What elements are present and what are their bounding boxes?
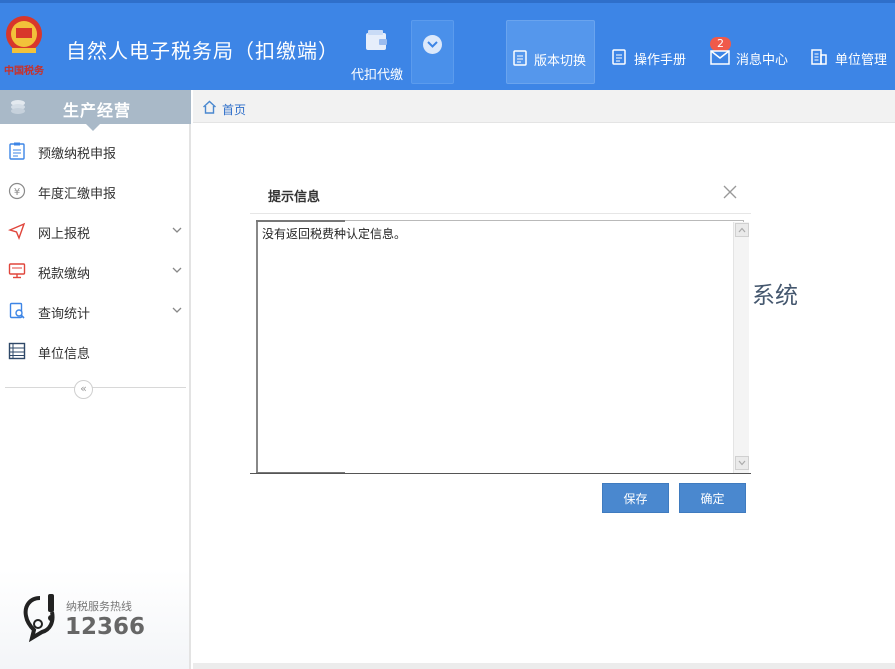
paper-plane-icon	[8, 222, 26, 240]
sidebar-item-label: 税款缴纳	[38, 267, 91, 282]
chevron-up-icon	[738, 227, 746, 233]
monitor-icon	[8, 263, 26, 279]
welcome-text-fragment: 系统	[752, 283, 798, 309]
message-textarea[interactable]: 没有返回税费种认定信息。	[256, 220, 749, 474]
version-switch-button[interactable]: 版本切换	[506, 20, 595, 84]
message-center-button[interactable]: 2 消息中心	[707, 20, 797, 84]
document-icon	[513, 50, 527, 66]
sidebar-item-query-statistics[interactable]: 查询统计	[0, 291, 191, 331]
chevron-down-icon	[172, 227, 182, 233]
chevron-down-icon	[172, 267, 182, 273]
more-nav-dropdown[interactable]	[411, 20, 454, 84]
message-count-badge: 2	[710, 37, 731, 51]
sidebar-divider	[5, 387, 186, 388]
sidebar-header: 生产经营	[0, 90, 191, 131]
sidebar-item-online-filing[interactable]: 网上报税	[0, 211, 191, 251]
vertical-scrollbar[interactable]	[733, 222, 749, 473]
svg-text:¥: ¥	[14, 187, 20, 198]
scroll-up-arrow[interactable]	[735, 223, 749, 237]
message-text: 没有返回税费种认定信息。	[262, 227, 407, 241]
building-icon	[811, 49, 827, 65]
top-header: 中国税务 自然人电子税务局（扣缴端） 代扣代缴 版本切换 操作手册 2 消息中心…	[0, 0, 895, 90]
envelope-icon	[710, 50, 730, 65]
textarea-top-edge	[256, 220, 345, 222]
sidebar-title: 生产经营	[63, 101, 132, 120]
unit-manage-label: 单位管理	[835, 53, 888, 68]
list-icon	[8, 342, 26, 360]
manual-button[interactable]: 操作手册	[607, 20, 697, 84]
sidebar-item-annual-settlement[interactable]: ¥ 年度汇缴申报	[0, 171, 191, 211]
sidebar-item-label: 查询统计	[38, 307, 91, 322]
unit-manage-button[interactable]: 单位管理	[807, 20, 895, 84]
dialog-title: 提示信息	[268, 190, 321, 205]
version-switch-label: 版本切换	[534, 54, 587, 69]
scroll-down-arrow[interactable]	[735, 456, 749, 470]
sidebar-item-label: 年度汇缴申报	[38, 187, 117, 202]
search-document-icon	[9, 302, 25, 319]
info-dialog: 提示信息 没有返回税费种认定信息。	[250, 172, 751, 476]
yen-icon: ¥	[8, 182, 26, 200]
wallet-icon	[366, 30, 387, 50]
withhold-nav-label: 代扣代缴	[350, 68, 403, 83]
message-center-label: 消息中心	[736, 53, 789, 68]
customer-service-icon	[23, 594, 55, 642]
sidebar-item-unit-info[interactable]: 单位信息	[0, 331, 191, 371]
sidebar-header-pointer	[86, 124, 100, 131]
svg-text:中国税务: 中国税务	[4, 64, 45, 77]
breadcrumb-home-link[interactable]: 首页	[222, 101, 246, 118]
app-title: 自然人电子税务局（扣缴端）	[66, 39, 339, 63]
chevron-down-icon	[423, 35, 442, 54]
sidebar-item-label: 预缴纳税申报	[38, 147, 117, 162]
bottom-status-bar	[193, 663, 895, 669]
sidebar-item-label: 网上报税	[38, 227, 91, 242]
breadcrumb: 首页	[193, 90, 895, 123]
save-button[interactable]: 保存	[602, 483, 669, 513]
header-top-line	[0, 0, 895, 3]
hotline-number: 12366	[65, 614, 146, 640]
clipboard-icon	[9, 142, 25, 160]
manual-label: 操作手册	[634, 53, 687, 68]
sidebar-item-label: 单位信息	[38, 347, 91, 362]
home-icon	[203, 100, 216, 114]
dialog-title-divider	[250, 213, 751, 214]
close-icon[interactable]	[722, 184, 738, 200]
confirm-button[interactable]: 确定	[679, 483, 746, 513]
manual-icon	[612, 49, 626, 65]
dialog-bottom-divider	[250, 473, 751, 474]
chevron-down-icon	[738, 460, 746, 466]
hotline-label: 纳税服务热线	[66, 600, 132, 613]
withhold-nav-button[interactable]: 代扣代缴	[346, 22, 408, 84]
sidebar-collapse-button[interactable]: «	[74, 380, 93, 399]
coin-stack-icon	[11, 100, 25, 114]
national-emblem-logo: 中国税务	[2, 8, 46, 78]
sidebar-item-tax-payment[interactable]: 税款缴纳	[0, 251, 191, 291]
chevron-down-icon	[172, 307, 182, 313]
sidebar-item-prepay-declaration[interactable]: 预缴纳税申报	[0, 131, 191, 171]
sidebar: 生产经营 预缴纳税申报 ¥ 年度汇缴申报 网上报税 税款缴纳 查询统计 单位信息…	[0, 90, 191, 669]
